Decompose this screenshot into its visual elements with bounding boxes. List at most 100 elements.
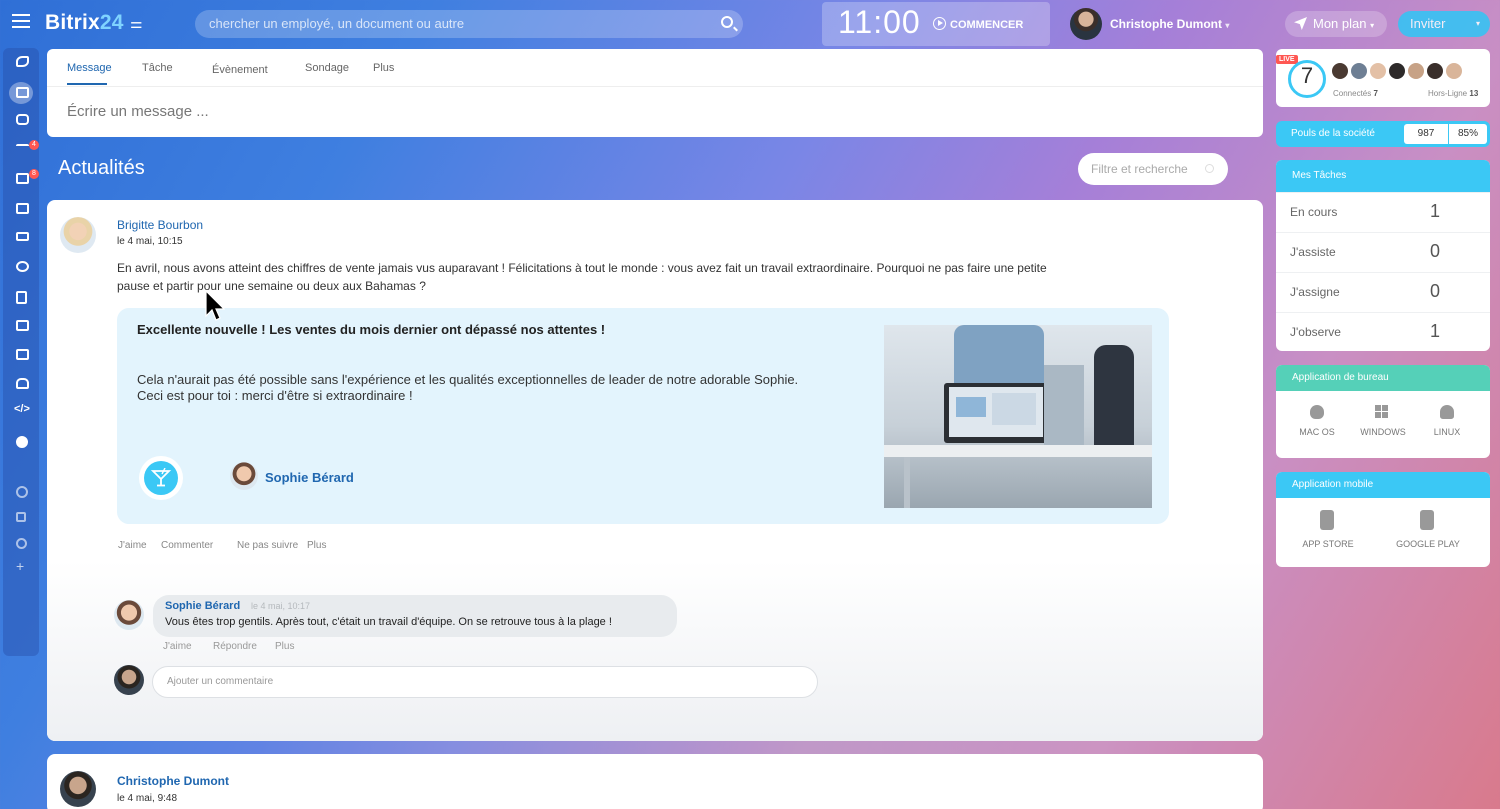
task-row[interactable]: J'observe 1 [1276,312,1490,351]
rocket-icon [1294,17,1307,30]
tasks-icon[interactable] [16,173,29,184]
post-author[interactable]: Brigitte Bourbon [117,218,203,232]
avatar[interactable] [1351,63,1367,79]
my-plan-button[interactable]: Mon plan ▾ [1285,11,1387,37]
task-row[interactable]: En cours 1 [1276,192,1490,232]
appreciated-user-name[interactable]: Sophie Bérard [265,470,354,485]
like-link[interactable]: J'aime [118,540,147,551]
avatar[interactable] [60,771,96,807]
search-icon[interactable] [1205,164,1214,173]
mobile-title: Application mobile [1276,472,1490,498]
avatar[interactable] [114,600,144,630]
avatar[interactable] [1446,63,1462,79]
mouse-cursor-icon [205,290,225,321]
tab-task[interactable]: Tâche [142,62,173,74]
task-label: En cours [1290,205,1338,219]
settings-sliders-icon[interactable]: ⚌ [130,15,143,32]
chat-icon[interactable] [16,114,29,125]
bank-icon[interactable] [16,349,29,360]
calendar-icon[interactable] [16,203,29,214]
contacts-icon[interactable] [16,320,29,331]
add-comment-input[interactable]: Ajouter un commentaire [152,666,818,698]
avatar[interactable] [1332,63,1348,79]
company-pulse-widget[interactable]: Pouls de la société 987 85% [1276,121,1490,147]
avatar[interactable] [60,217,96,253]
online-users-widget[interactable]: LIVE 7 Connectés 7 Hors-Ligne 13 [1276,49,1490,107]
stream-icon[interactable] [16,56,29,67]
avatar[interactable] [1370,63,1386,79]
post-date[interactable]: le 4 mai, 10:15 [117,236,183,247]
linux-link[interactable]: LINUX [1416,427,1478,437]
task-label: J'assigne [1290,285,1340,299]
code-icon[interactable]: </> [14,403,30,415]
avatar[interactable] [1408,63,1424,79]
user-name: Christophe Dumont [1110,17,1222,31]
comment-text: Vous êtes trop gentils. Après tout, c'ét… [165,616,612,628]
pulse-percent: 85% [1449,124,1487,144]
more-icon[interactable] [16,436,28,448]
linux-icon[interactable] [1440,405,1454,419]
task-row[interactable]: J'assigne 0 [1276,272,1490,312]
post-author[interactable]: Christophe Dumont [117,774,229,788]
comment-author[interactable]: Sophie Bérard [165,600,240,612]
chevron-down-icon[interactable]: ▾ [1476,11,1480,37]
macos-link[interactable]: MAC OS [1286,427,1348,437]
left-sidebar: 4 8 </> + [3,48,39,656]
tab-message[interactable]: Message [67,62,112,74]
search-input[interactable]: chercher un employé, un document ou autr… [195,10,743,38]
apple-icon[interactable] [1310,405,1324,419]
reply-link[interactable]: Répondre [213,641,257,652]
filter-icon[interactable] [16,144,29,152]
phone-icon[interactable] [1320,510,1334,530]
online-total: 7 [1300,63,1314,88]
avatar[interactable] [1427,63,1443,79]
user-menu[interactable]: Christophe Dumont ▾ [1110,17,1229,31]
menu-icon[interactable] [12,14,30,28]
robot-icon[interactable] [16,378,29,389]
online-label-text: Connectés [1333,89,1372,98]
unfollow-link[interactable]: Ne pas suivre [237,540,298,551]
help-icon[interactable] [16,486,28,498]
filter-search-input[interactable]: Filtre et recherche [1078,153,1228,185]
task-row[interactable]: J'assiste 0 [1276,232,1490,272]
post-date[interactable]: le 4 mai, 9:48 [117,793,177,804]
google-play-link[interactable]: GOOGLE PLAY [1388,539,1468,549]
android-phone-icon[interactable] [1420,510,1434,530]
task-count: 0 [1429,241,1440,261]
windows-icon[interactable] [1375,405,1388,418]
avatar[interactable] [230,462,258,490]
avatar[interactable] [1389,63,1405,79]
users-icon[interactable] [16,261,29,272]
chevron-down-icon: ▾ [1370,21,1375,30]
avatar[interactable] [1070,8,1102,40]
add-icon[interactable]: + [16,558,24,574]
logo[interactable]: Bitrix24 [45,11,124,35]
feed-icon[interactable] [16,87,29,98]
windows-link[interactable]: WINDOWS [1352,427,1414,437]
tab-more[interactable]: Plus [373,62,394,74]
more-link[interactable]: Plus [307,540,326,551]
card-text-line: Ceci est pour toi : merci d'être si extr… [137,388,413,403]
online-count: 7 [1373,89,1378,98]
document-icon[interactable] [16,291,27,304]
drive-icon[interactable] [16,232,29,241]
app-store-link[interactable]: APP STORE [1288,539,1368,549]
card-title: Excellente nouvelle ! Les ventes du mois… [137,322,606,337]
notification-badge: 8 [29,169,39,179]
gear-icon[interactable] [16,538,27,549]
card-text-line: Cela n'aurait pas été possible sans l'ex… [137,372,799,387]
invite-button[interactable]: Inviter ▾ [1398,11,1490,37]
comment-more-link[interactable]: Plus [275,641,294,652]
tab-event[interactable]: Évènement [212,64,268,76]
tab-poll[interactable]: Sondage [305,62,349,74]
sitemap-icon[interactable] [16,512,26,522]
start-workday-button[interactable]: COMMENCER [933,17,1023,31]
chevron-down-icon: ▾ [1225,21,1230,30]
comment-like-link[interactable]: J'aime [163,641,192,652]
message-input[interactable]: Écrire un message ... [67,103,209,120]
logo-text: Bitrix [45,11,100,34]
cocktail-icon [150,468,172,487]
task-count: 1 [1429,201,1440,221]
comment-link[interactable]: Commenter [161,540,213,551]
search-icon[interactable] [721,16,733,28]
